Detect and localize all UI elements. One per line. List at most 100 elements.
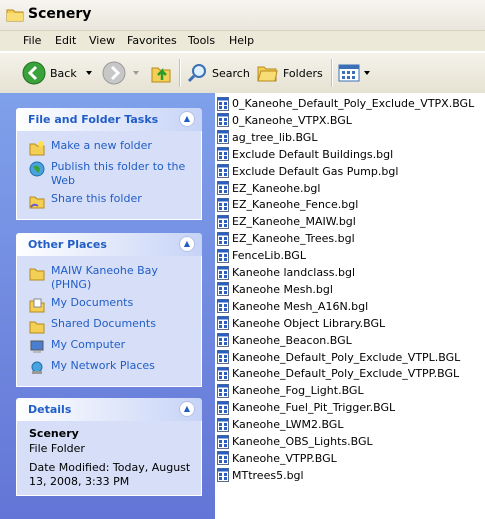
file-item[interactable]: Kaneohe_OBS_Lights.BGL bbox=[217, 433, 373, 450]
bgl-file-icon bbox=[217, 130, 229, 145]
file-item[interactable]: EZ_Kaneohe_Trees.bgl bbox=[217, 230, 355, 247]
file-item[interactable]: Kaneohe_Fog_Light.BGL bbox=[217, 382, 364, 399]
place-my-computer[interactable]: My Computer bbox=[29, 338, 193, 355]
folders-button[interactable]: Folders bbox=[257, 53, 323, 93]
panel-header[interactable]: Other Places ▲ bbox=[16, 233, 202, 256]
file-item[interactable]: Exclude Default Gas Pump.bgl bbox=[217, 163, 398, 180]
file-item[interactable]: Kaneohe_Fuel_Pit_Trigger.BGL bbox=[217, 399, 395, 416]
file-name: EZ_Kaneohe.bgl bbox=[232, 181, 321, 195]
forward-button[interactable] bbox=[102, 53, 140, 93]
menu-file[interactable]: File bbox=[23, 34, 41, 47]
menu-favorites[interactable]: Favorites bbox=[127, 34, 177, 47]
my-documents-icon bbox=[29, 298, 45, 313]
chevron-down-icon[interactable] bbox=[363, 69, 371, 77]
bgl-file-icon bbox=[217, 350, 229, 364]
title-bar: Scenery bbox=[0, 0, 485, 31]
toolbar-separator bbox=[331, 59, 333, 87]
back-label: Back bbox=[50, 66, 77, 80]
place-shared-documents[interactable]: Shared Documents bbox=[29, 317, 193, 334]
window-title: Scenery bbox=[28, 6, 92, 22]
bgl-file-icon bbox=[217, 96, 229, 111]
toolbar: Back Search Folders bbox=[0, 52, 485, 94]
file-name: Exclude Default Gas Pump.bgl bbox=[232, 164, 399, 178]
file-name: MTtrees5.bgl bbox=[232, 468, 304, 482]
shared-documents-icon bbox=[29, 321, 45, 334]
task-label: Publish this folder to the Web bbox=[51, 160, 186, 187]
panel-header[interactable]: File and Folder Tasks ▲ bbox=[16, 108, 202, 131]
file-item[interactable]: Kaneohe Mesh_A16N.bgl bbox=[217, 298, 368, 315]
file-item[interactable]: EZ_Kaneohe_Fence.bgl bbox=[217, 196, 358, 213]
bgl-file-icon bbox=[217, 417, 229, 432]
chevron-down-icon[interactable] bbox=[85, 69, 93, 77]
file-item[interactable]: Kaneohe_LWM2.BGL bbox=[217, 416, 343, 433]
task-make-new-folder[interactable]: Make a new folder bbox=[29, 139, 193, 156]
search-icon bbox=[187, 64, 206, 83]
file-name: Kaneohe_VTPP.BGL bbox=[232, 451, 337, 465]
bgl-file-icon bbox=[217, 231, 229, 246]
bgl-file-icon bbox=[217, 147, 229, 162]
file-item[interactable]: Kaneohe_VTPP.BGL bbox=[217, 450, 337, 467]
share-folder-icon bbox=[29, 196, 45, 209]
file-item[interactable]: 0_Kaneohe_Default_Poly_Exclude_VTPX.BGL bbox=[217, 95, 474, 112]
back-button[interactable]: Back bbox=[22, 53, 93, 93]
file-item[interactable]: FenceLib.BGL bbox=[217, 247, 306, 264]
file-item[interactable]: Kaneohe Object Library.BGL bbox=[217, 315, 385, 332]
file-name: FenceLib.BGL bbox=[232, 249, 306, 263]
place-label: My Computer bbox=[51, 338, 126, 351]
task-share-folder[interactable]: Share this folder bbox=[29, 192, 193, 209]
file-name: EZ_Kaneohe_MAIW.bgl bbox=[232, 215, 356, 229]
details-name: Scenery bbox=[29, 427, 79, 440]
file-item[interactable]: EZ_Kaneohe.bgl bbox=[217, 180, 320, 197]
bgl-file-icon bbox=[217, 468, 229, 483]
file-item[interactable]: ag_tree_lib.BGL bbox=[217, 129, 317, 146]
views-button[interactable] bbox=[338, 53, 371, 93]
panel-title: Other Places bbox=[28, 238, 107, 251]
file-item[interactable]: Kaneohe_Default_Poly_Exclude_VTPL.BGL bbox=[217, 349, 460, 366]
folder-icon bbox=[6, 9, 24, 22]
menu-edit[interactable]: Edit bbox=[55, 34, 76, 47]
collapse-chevron-icon[interactable]: ▲ bbox=[179, 401, 195, 417]
panel-body: Scenery File Folder Date Modified: Today… bbox=[16, 421, 202, 496]
panel-body: Make a new folder Publish this folder to… bbox=[16, 131, 202, 220]
bgl-file-icon bbox=[217, 383, 229, 398]
collapse-chevron-icon[interactable]: ▲ bbox=[179, 111, 195, 127]
details-modified: Date Modified: Today, August 13, 2008, 3… bbox=[29, 461, 191, 488]
up-folder-icon bbox=[151, 67, 171, 83]
menu-help[interactable]: Help bbox=[229, 34, 254, 47]
file-item[interactable]: 0_Kaneohe_VTPX.BGL bbox=[217, 112, 352, 129]
file-name: 0_Kaneohe_VTPX.BGL bbox=[232, 113, 352, 127]
panel-header[interactable]: Details ▲ bbox=[16, 398, 202, 421]
file-name: Exclude Default Buildings.bgl bbox=[232, 147, 394, 161]
search-button[interactable]: Search bbox=[186, 53, 250, 93]
bgl-file-icon bbox=[217, 265, 229, 280]
file-item[interactable]: Kaneohe_Beacon.BGL bbox=[217, 332, 352, 349]
menu-tools[interactable]: Tools bbox=[188, 34, 215, 47]
bgl-file-icon bbox=[217, 434, 229, 449]
folders-icon bbox=[257, 66, 278, 82]
file-item[interactable]: MTtrees5.bgl bbox=[217, 467, 304, 484]
chevron-down-icon[interactable] bbox=[132, 69, 140, 77]
menu-view[interactable]: View bbox=[89, 34, 115, 47]
bgl-file-icon bbox=[217, 400, 229, 415]
collapse-chevron-icon[interactable]: ▲ bbox=[179, 236, 195, 252]
place-network-places[interactable]: My Network Places bbox=[29, 359, 193, 376]
file-name: Kaneohe_LWM2.BGL bbox=[232, 418, 344, 432]
place-my-documents[interactable]: My Documents bbox=[29, 296, 193, 313]
up-folder-button[interactable] bbox=[150, 53, 172, 93]
file-name: EZ_Kaneohe_Fence.bgl bbox=[232, 198, 359, 212]
file-item[interactable]: Kaneohe_Default_Poly_Exclude_VTPP.BGL bbox=[217, 365, 459, 382]
file-folder-tasks-panel: File and Folder Tasks ▲ Make a new folde… bbox=[16, 108, 202, 220]
file-name: Kaneohe_Beacon.BGL bbox=[232, 333, 352, 347]
my-computer-icon bbox=[30, 340, 44, 353]
file-item[interactable]: Kaneohe Mesh.bgl bbox=[217, 281, 333, 298]
task-publish-web[interactable]: Publish this folder to the Web bbox=[29, 160, 193, 188]
file-name: Kaneohe_Fuel_Pit_Trigger.BGL bbox=[232, 401, 396, 415]
place-label: Shared Documents bbox=[51, 317, 156, 330]
file-item[interactable]: EZ_Kaneohe_MAIW.bgl bbox=[217, 213, 356, 230]
file-name: Kaneohe landclass.bgl bbox=[232, 266, 356, 279]
place-label: My Network Places bbox=[51, 359, 155, 372]
file-item[interactable]: Exclude Default Buildings.bgl bbox=[217, 146, 393, 163]
file-name: Kaneohe Mesh_A16N.bgl bbox=[232, 299, 369, 313]
place-maiw-kaneohe[interactable]: MAIW Kaneohe Bay (PHNG) bbox=[29, 264, 193, 292]
file-item[interactable]: Kaneohe landclass.bgl bbox=[217, 264, 355, 281]
